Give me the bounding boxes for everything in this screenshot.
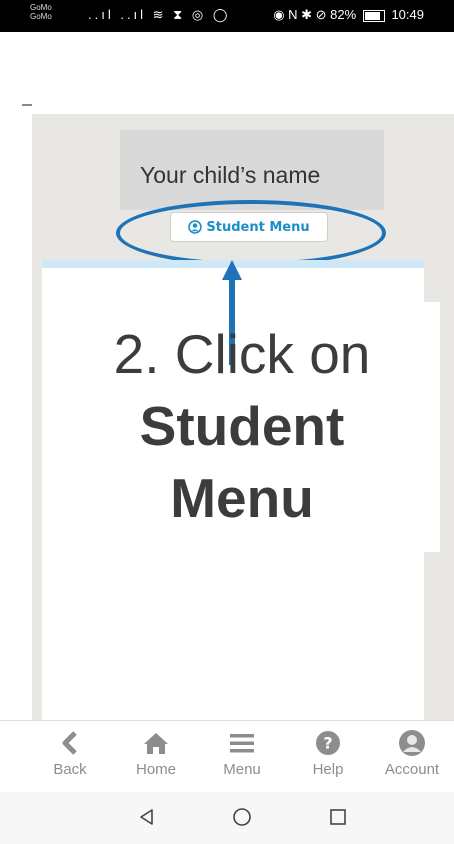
home-circle-icon[interactable] [230,805,254,829]
hamburger-icon [202,727,282,759]
instruction-text: 2. Click on Student Menu [42,318,442,534]
divider [22,104,32,106]
nav-help[interactable]: ? Help [288,727,368,778]
nav-menu-label: Menu [223,761,261,778]
chevron-left-icon [30,727,110,759]
instruction-line-1: 2. Click on [113,323,371,385]
signal-wifi-icons: ..ıl ..ıl ≋ ⧗ ◎ ◯ [88,7,231,22]
app-content: Your child’s name Student Menu 2. Click … [0,32,454,720]
back-triangle-icon[interactable] [135,805,159,829]
nav-home-label: Home [135,761,176,778]
battery-icon [362,9,385,22]
status-bar: GoMo GoMo ..ıl ..ıl ≋ ⧗ ◎ ◯ ◉ N ✱ ⊘ 82% … [0,0,454,32]
clock: 10:49 [391,7,424,22]
system-nav-bar [0,792,454,844]
nav-help-label: Help [312,761,344,778]
status-right: ◉ N ✱ ⊘ 82% 10:49 [273,7,424,23]
battery-percent: 82% [330,7,357,22]
carrier-2: GoMo [30,12,52,21]
child-name: Your child’s name [140,162,321,188]
instruction-line-3: Menu [170,467,314,529]
carrier-label: GoMo GoMo [30,3,52,21]
carrier-1: GoMo [30,3,52,12]
home-icon [116,727,196,759]
system-icons: ◉ N ✱ ⊘ [273,7,327,22]
nav-menu[interactable]: Menu [202,727,282,778]
instruction-line-2: Student [139,395,345,457]
recents-square-icon[interactable] [326,805,350,829]
bottom-nav: Back Home Menu ? Help Account [0,720,454,793]
nav-back[interactable]: Back [30,727,110,778]
highlight-ellipse [116,200,386,266]
nav-home[interactable]: Home [116,727,196,778]
help-icon: ? [288,727,368,759]
account-icon [372,727,452,759]
nav-back-label: Back [53,761,87,778]
svg-text:?: ? [323,734,332,753]
nav-account-label: Account [384,761,440,778]
nav-account[interactable]: Account [372,727,452,778]
